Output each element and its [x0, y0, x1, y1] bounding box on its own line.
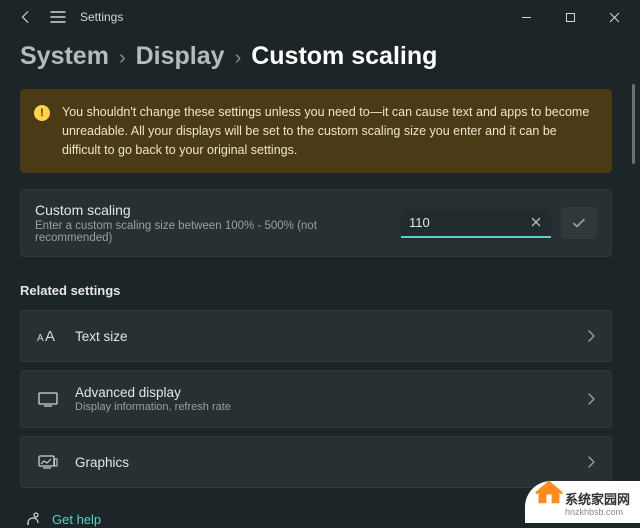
chevron-right-icon	[587, 456, 595, 468]
custom-scaling-row: Custom scaling Enter a custom scaling si…	[20, 189, 612, 257]
menu-button[interactable]	[46, 5, 70, 29]
related-settings-heading: Related settings	[20, 283, 612, 298]
chevron-right-icon	[587, 330, 595, 342]
setting-row-subtitle: Display information, refresh rate	[75, 401, 571, 413]
minimize-button[interactable]	[504, 2, 548, 32]
warning-banner: ! You shouldn't change these settings un…	[20, 89, 612, 173]
chevron-right-icon	[587, 393, 595, 405]
setting-row-title: Advanced display	[75, 385, 571, 400]
scrollbar[interactable]	[630, 34, 640, 523]
custom-scaling-input-wrap	[401, 209, 551, 238]
titlebar: Settings	[0, 0, 640, 34]
breadcrumb: System › Display › Custom scaling	[20, 42, 612, 71]
maximize-button[interactable]	[548, 2, 592, 32]
back-button[interactable]	[14, 5, 38, 29]
scrollbar-thumb[interactable]	[632, 84, 635, 164]
close-button[interactable]	[592, 2, 636, 32]
display-icon	[37, 388, 59, 410]
text-size-icon: A A	[37, 325, 59, 347]
warning-icon: !	[34, 105, 50, 121]
setting-row-title: Graphics	[75, 455, 571, 470]
breadcrumb-custom-scaling: Custom scaling	[251, 42, 437, 71]
watermark-url: hnzkhbsb.com	[565, 508, 630, 517]
svg-text:A: A	[37, 333, 44, 344]
graphics-icon	[37, 451, 59, 473]
confirm-button[interactable]	[561, 207, 597, 239]
warning-text: You shouldn't change these settings unle…	[62, 103, 596, 159]
breadcrumb-display[interactable]: Display	[136, 42, 225, 71]
window-title: Settings	[80, 10, 123, 24]
get-help-label: Get help	[52, 512, 101, 527]
clear-input-button[interactable]	[527, 213, 545, 231]
watermark: 系统家园网 hnzkhbsb.com	[525, 481, 640, 523]
watermark-title: 系统家园网	[565, 492, 630, 507]
setting-row-text-size[interactable]: A A Text size	[20, 310, 612, 362]
svg-text:A: A	[45, 328, 55, 344]
setting-row-advanced-display[interactable]: Advanced display Display information, re…	[20, 370, 612, 428]
help-icon	[24, 510, 42, 528]
get-help-link[interactable]: Get help	[20, 510, 612, 528]
chevron-right-icon: ›	[119, 47, 126, 70]
custom-scaling-subtitle: Enter a custom scaling size between 100%…	[35, 220, 391, 244]
setting-row-graphics[interactable]: Graphics	[20, 436, 612, 488]
breadcrumb-system[interactable]: System	[20, 42, 109, 71]
watermark-logo-icon	[535, 477, 563, 505]
chevron-right-icon: ›	[235, 47, 242, 70]
custom-scaling-title: Custom scaling	[35, 202, 391, 218]
setting-row-title: Text size	[75, 329, 571, 344]
